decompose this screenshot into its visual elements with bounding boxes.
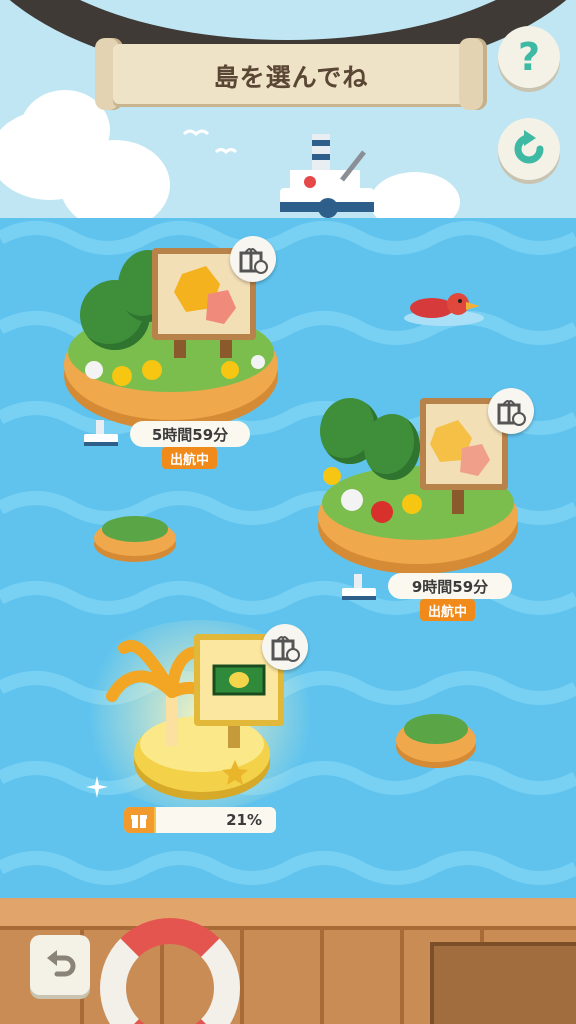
gift-icon [124, 807, 154, 833]
gift-zoom-icon [497, 400, 526, 426]
gift-zoom-button-1[interactable] [230, 236, 276, 282]
back-button[interactable] [30, 935, 90, 995]
deck-plank [320, 926, 324, 1024]
refresh-button[interactable] [498, 118, 560, 180]
ferry-ship-icon [280, 134, 374, 218]
question-icon: ? [517, 35, 541, 79]
swimming-bird-icon [404, 293, 484, 326]
flowers-icon [85, 355, 265, 386]
sparkle-icon [86, 776, 108, 798]
status-badge-2: 出航中 [420, 599, 476, 621]
game-screen: 島を選んでね ? 5時間59分 出航中 9時間59分 出航中 21% [0, 0, 576, 1024]
gift-zoom-icon [239, 248, 268, 274]
voyage-timer-1: 5時間59分 [130, 421, 250, 447]
small-island [396, 713, 476, 762]
mini-ship-icon [342, 574, 376, 600]
small-island [94, 516, 176, 556]
gift-zoom-button-2[interactable] [488, 388, 534, 434]
progress-percent: 21% [226, 811, 262, 829]
page-title: 島を選んでね [213, 63, 369, 92]
refresh-icon [514, 130, 544, 164]
birds-icon [182, 129, 238, 155]
gift-zoom-button-3[interactable] [262, 624, 308, 670]
voyage-timer-2: 9時間59分 [388, 573, 512, 599]
deck-rail [0, 898, 576, 926]
title-banner: 島を選んでね [95, 34, 487, 114]
sign-post [452, 486, 464, 514]
back-arrow-icon [47, 950, 76, 977]
flowers-icon [323, 467, 422, 523]
deck-plank [240, 926, 244, 1024]
mini-ship-icon [84, 420, 118, 446]
wooden-crate [430, 942, 576, 1024]
exploration-progress: 21% [124, 807, 276, 833]
gift-zoom-icon [271, 636, 300, 662]
status-badge-1: 出航中 [162, 447, 218, 469]
help-button[interactable]: ? [498, 26, 560, 88]
starfish-icon [222, 760, 248, 785]
deck-plank [400, 926, 404, 1024]
